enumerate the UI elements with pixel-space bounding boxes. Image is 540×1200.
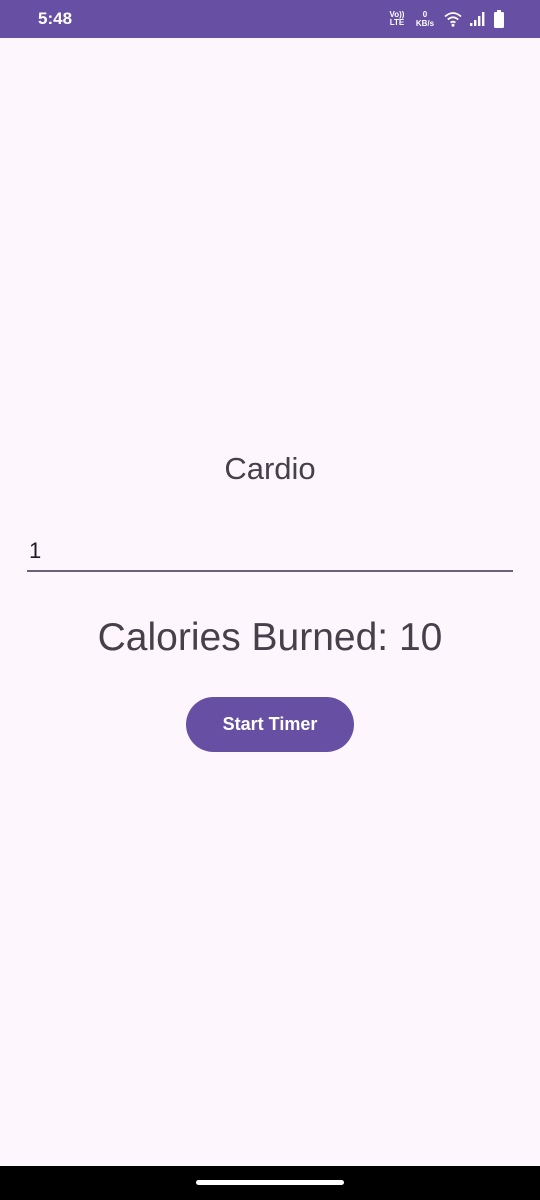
minutes-input[interactable]: 1 [27, 530, 513, 572]
battery-icon [494, 10, 504, 28]
navigation-bar [0, 1166, 540, 1200]
signal-icon [470, 12, 485, 26]
volte-label-bottom: LTE [389, 18, 405, 27]
network-speed-unit: KB/s [415, 19, 435, 28]
wifi-icon [444, 12, 462, 27]
minutes-input-value[interactable]: 1 [29, 538, 41, 564]
network-speed-value: 0 [422, 10, 428, 19]
status-clock: 5:48 [38, 9, 73, 28]
status-bar: 5:48 Vo)) LTE 0 KB/s [0, 0, 540, 38]
start-timer-button[interactable]: Start Timer [186, 697, 354, 752]
network-speed: 0 KB/s [414, 10, 436, 28]
calories-burned-text: Calories Burned: 10 [97, 616, 443, 659]
home-gesture-handle[interactable] [196, 1180, 344, 1185]
volte-icon: Vo)) LTE [388, 11, 406, 27]
workout-title: Cardio [224, 451, 316, 486]
status-icons: Vo)) LTE 0 KB/s [388, 9, 504, 29]
app-content: Cardio 1 Calories Burned: 10 Start Timer [0, 38, 540, 1166]
